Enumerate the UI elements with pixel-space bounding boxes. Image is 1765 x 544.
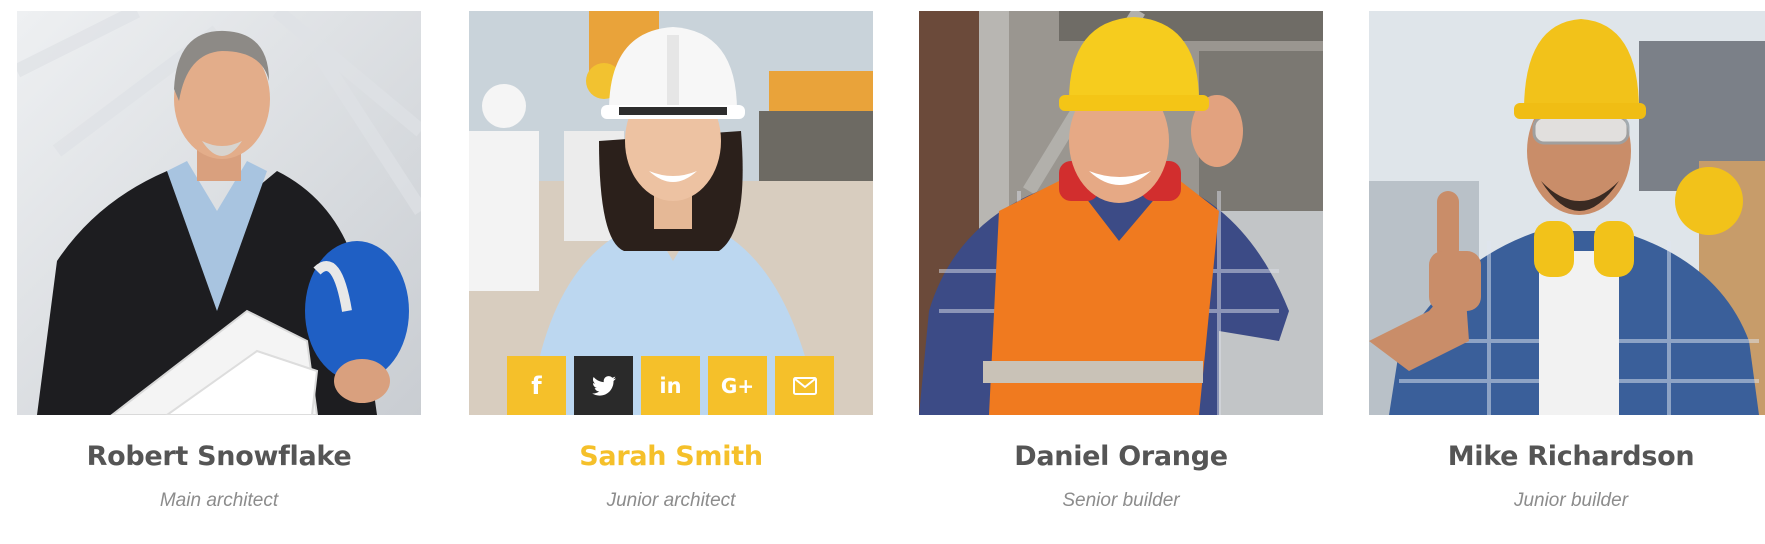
google-plus-button[interactable]: G+ — [708, 356, 767, 415]
team-card-daniel: Daniel Orange Senior builder — [919, 11, 1323, 512]
member-role: Junior architect — [606, 490, 736, 511]
linkedin-icon: in — [659, 373, 682, 398]
member-name[interactable]: Mike Richardson — [1369, 441, 1765, 472]
team-card-sarah: f in G+ Sarah Smith Junior architect — [469, 11, 873, 512]
portrait-image — [17, 11, 421, 415]
team-section: Robert Snowflake Main architect f in G+ … — [0, 0, 1765, 544]
social-links: f in G+ — [507, 356, 834, 415]
member-role: Main architect — [159, 490, 279, 511]
google-plus-icon: G+ — [720, 373, 755, 398]
team-photo-daniel[interactable] — [919, 11, 1323, 415]
twitter-icon — [591, 375, 616, 396]
team-card-robert: Robert Snowflake Main architect — [17, 11, 421, 512]
team-card-mike: Mike Richardson Junior builder — [1369, 11, 1765, 512]
member-name[interactable]: Robert Snowflake — [17, 441, 421, 472]
member-name[interactable]: Sarah Smith — [469, 441, 873, 472]
twitter-button[interactable] — [574, 356, 633, 415]
member-name[interactable]: Daniel Orange — [919, 441, 1323, 472]
portrait-image — [1369, 11, 1765, 415]
linkedin-button[interactable]: in — [641, 356, 700, 415]
team-photo-sarah[interactable]: f in G+ — [469, 11, 873, 415]
team-photo-mike[interactable] — [1369, 11, 1765, 415]
facebook-icon: f — [531, 371, 542, 400]
member-role: Junior builder — [1513, 490, 1629, 511]
portrait-image — [469, 11, 873, 415]
member-role: Senior builder — [1062, 490, 1180, 511]
facebook-button[interactable]: f — [507, 356, 566, 415]
envelope-icon — [792, 376, 817, 395]
portrait-image — [919, 11, 1323, 415]
team-photo-robert[interactable] — [17, 11, 421, 415]
email-button[interactable] — [775, 356, 834, 415]
